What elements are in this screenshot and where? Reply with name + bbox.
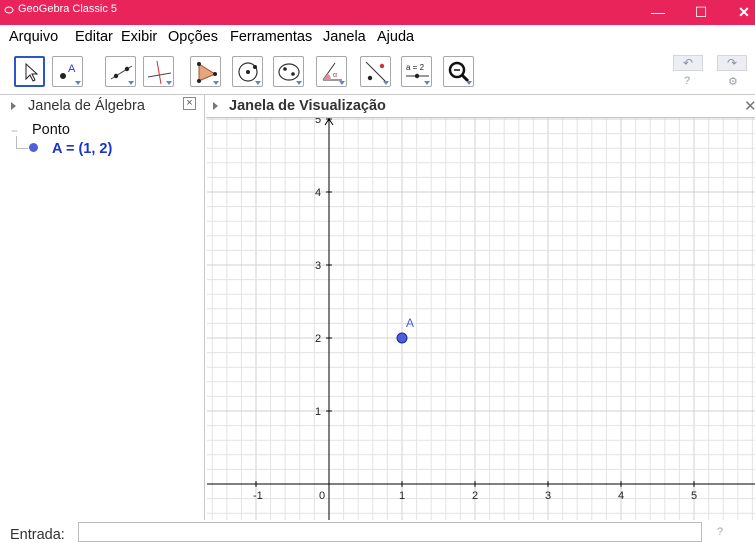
expand-arrow-icon[interactable] (11, 102, 16, 110)
menu-ferramentas[interactable]: Ferramentas (230, 29, 312, 45)
tree-connector (16, 136, 17, 148)
point-a[interactable] (396, 332, 408, 344)
dropdown-arrow-icon (296, 81, 302, 85)
menu-ajuda[interactable]: Ajuda (377, 29, 414, 45)
dropdown-arrow-icon (128, 81, 134, 85)
menu-arquivo[interactable]: Arquivo (9, 29, 58, 45)
dropdown-arrow-icon (424, 81, 430, 85)
menu-opcoes[interactable]: Opções (168, 29, 218, 45)
undo-button[interactable]: ↶ (673, 55, 703, 71)
expand-arrow-icon[interactable] (213, 102, 218, 110)
point-visibility-toggle[interactable] (29, 143, 38, 152)
help-icon[interactable]: ? (684, 75, 690, 87)
graphics-view-title: Janela de Visualização (229, 98, 386, 114)
dropdown-arrow-icon (213, 81, 219, 85)
x-tick-label: 1 (399, 490, 405, 502)
menu-exibir[interactable]: Exibir (121, 29, 157, 45)
dropdown-arrow-icon (166, 81, 172, 85)
circle-tool-button[interactable] (232, 56, 263, 87)
menu-editar[interactable]: Editar (75, 29, 113, 45)
x-tick-label: 3 (545, 490, 551, 502)
close-graphics-view-icon[interactable]: ✕ (744, 97, 755, 115)
settings-icon[interactable]: ⚙ (728, 75, 738, 88)
move-tool-button[interactable] (14, 56, 45, 87)
toolbar: A α a = 2 ↶ ↷ ? ⚙ (0, 50, 755, 94)
y-tick-label: 3 (315, 260, 321, 272)
algebra-view-header: Janela de Álgebra × (0, 95, 203, 117)
window-title: GeoGebra Classic 5 (18, 3, 118, 15)
input-label: Entrada: (10, 527, 65, 543)
y-tick-label: 5 (315, 118, 321, 126)
angle-tool-button[interactable]: α (316, 56, 347, 87)
dropdown-arrow-icon (75, 81, 81, 85)
redo-button[interactable]: ↷ (717, 55, 747, 71)
move-icon (25, 62, 39, 82)
line-tool-button[interactable] (105, 56, 136, 87)
graphics-view[interactable]: -1 0 1 2 3 4 5 1 2 3 4 5 A (207, 118, 755, 520)
y-tick-label: 1 (315, 406, 321, 418)
point-tool-label: A (68, 63, 76, 75)
dropdown-arrow-icon (339, 81, 345, 85)
x-tick-label: 0 (319, 490, 325, 502)
x-tick-label: 2 (472, 490, 478, 502)
tree-connector (16, 148, 28, 149)
angle-label: α (333, 72, 337, 79)
x-tick-label: 4 (618, 490, 624, 502)
y-tick-label: 2 (315, 333, 321, 345)
input-field[interactable] (78, 522, 702, 542)
reflect-tool-button[interactable] (360, 56, 391, 87)
minimize-button[interactable]: — (640, 0, 676, 25)
menu-janela[interactable]: Janela (323, 29, 366, 45)
x-tick-label: -1 (253, 490, 263, 502)
slider-label: a = 2 (406, 63, 425, 72)
panel-divider[interactable] (204, 95, 205, 520)
maximize-button[interactable]: ☐ (683, 0, 719, 25)
title-bar: GeoGebra Classic 5 — ☐ ✕ (0, 0, 755, 25)
perpendicular-tool-button[interactable] (143, 56, 174, 87)
close-algebra-view-icon[interactable]: × (183, 97, 196, 110)
polygon-tool-button[interactable] (190, 56, 221, 87)
dropdown-arrow-icon (466, 81, 472, 85)
point-tool-button[interactable]: A (52, 56, 83, 87)
close-window-button[interactable]: ✕ (726, 0, 755, 25)
input-help-icon[interactable]: ? (717, 526, 723, 538)
x-tick-label: 5 (691, 490, 697, 502)
algebra-item-point-a[interactable]: A = (1, 2) (52, 141, 112, 157)
dropdown-arrow-icon (255, 81, 261, 85)
algebra-view-title: Janela de Álgebra (28, 98, 145, 114)
slider-tool-button[interactable]: a = 2 (401, 56, 432, 87)
dropdown-arrow-icon (383, 81, 389, 85)
point-label: A (406, 316, 414, 330)
zoom-tool-button[interactable] (443, 56, 474, 87)
y-tick-label: 4 (315, 187, 321, 199)
geogebra-logo-icon (4, 6, 14, 14)
graphics-view-header: Janela de Visualização ✕ (206, 95, 755, 117)
menu-bar: Arquivo Editar Exibir Opções Ferramentas… (0, 25, 755, 49)
algebra-group-label[interactable]: Ponto (32, 122, 70, 138)
circle-three-points-tool-button[interactable] (273, 56, 304, 87)
input-bar: Entrada: ? (0, 520, 755, 543)
graphics-canvas[interactable]: -1 0 1 2 3 4 5 1 2 3 4 5 A (207, 118, 755, 520)
